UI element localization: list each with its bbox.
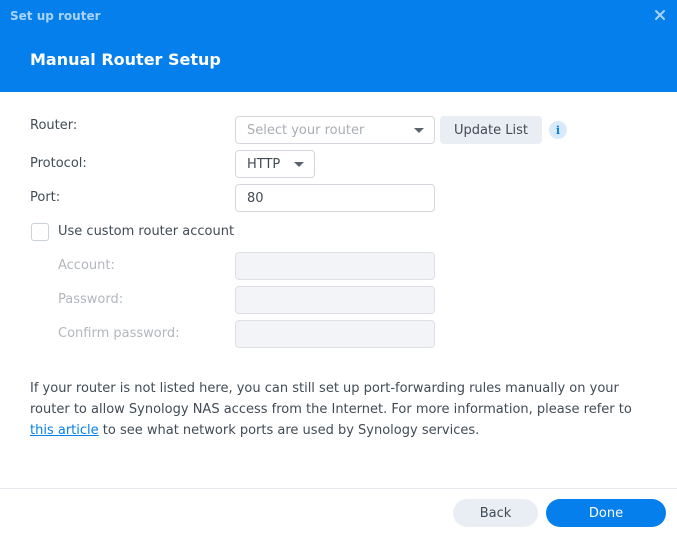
- custom-account-label[interactable]: Use custom router account: [58, 224, 234, 239]
- description-part-2: to see what network ports are used by Sy…: [98, 423, 480, 438]
- info-icon[interactable]: i: [549, 121, 567, 139]
- port-value: 80: [247, 190, 264, 206]
- custom-account-checkbox[interactable]: [31, 223, 49, 241]
- close-icon: [655, 10, 665, 20]
- protocol-value: HTTP: [247, 156, 281, 172]
- chevron-down-icon: [294, 162, 304, 167]
- router-label: Router:: [30, 118, 78, 133]
- article-link[interactable]: this article: [30, 423, 99, 438]
- footer-divider: [0, 488, 677, 489]
- protocol-select[interactable]: HTTP: [235, 150, 315, 178]
- close-button[interactable]: [653, 8, 667, 22]
- account-label: Account:: [58, 258, 115, 273]
- account-input[interactable]: [235, 252, 435, 280]
- description-part-1: If your router is not listed here, you c…: [30, 381, 632, 417]
- password-input[interactable]: [235, 286, 435, 314]
- router-select-placeholder: Select your router: [247, 122, 365, 138]
- confirm-password-input[interactable]: [235, 320, 435, 348]
- port-label: Port:: [30, 190, 61, 205]
- page-title: Manual Router Setup: [30, 50, 221, 69]
- password-label: Password:: [58, 292, 124, 307]
- description-text: If your router is not listed here, you c…: [30, 378, 655, 441]
- chevron-down-icon: [414, 128, 424, 133]
- router-select[interactable]: Select your router: [235, 116, 435, 144]
- confirm-password-label: Confirm password:: [58, 326, 180, 341]
- update-list-button[interactable]: Update List: [440, 116, 542, 144]
- window-title: Set up router: [10, 9, 101, 23]
- done-button[interactable]: Done: [546, 499, 666, 527]
- back-button[interactable]: Back: [453, 499, 538, 527]
- protocol-label: Protocol:: [30, 156, 87, 171]
- port-input[interactable]: 80: [235, 184, 435, 212]
- dialog-header: Set up router Manual Router Setup: [0, 0, 677, 92]
